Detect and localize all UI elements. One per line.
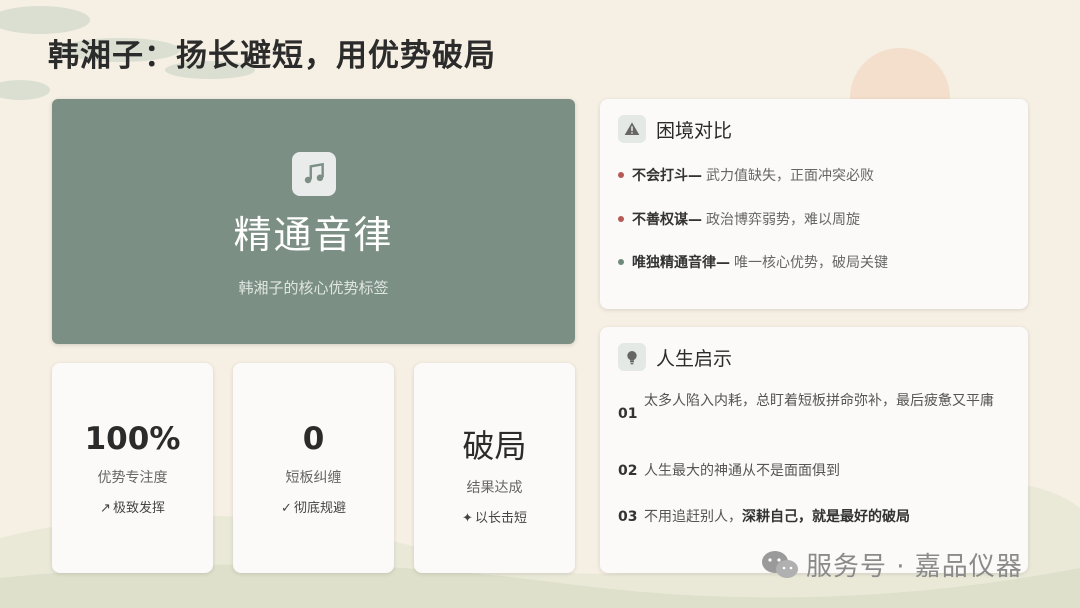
hero-title: 精通音律 [233, 213, 394, 257]
list-item: 不会打斗— 武力值缺失，正面冲突必败 [618, 165, 1028, 185]
stat-label: 短板纠缠 [285, 470, 342, 486]
insight-panel: 人生启示 01 太多人陷入内耗，总盯着短板拼命弥补，最后疲惫又平庸 02 人生最… [600, 327, 1028, 573]
stat-card-result: 破局 结果达成 ✦ 以长击短 [414, 363, 575, 573]
music-note-icon [291, 152, 336, 196]
stat-label: 结果达成 [466, 480, 523, 496]
stat-card-weakness: 0 短板纠缠 ✓ 彻底规避 [233, 363, 394, 573]
dilemma-title: 困境对比 [656, 119, 733, 142]
list-item: 不善权谋— 政治博弈弱势，难以周旋 [618, 209, 1028, 229]
stat-tag: ✓ 彻底规避 [281, 501, 346, 516]
lightbulb-icon [618, 343, 646, 371]
stat-value: 100% [84, 421, 181, 457]
hero-subtitle: 韩湘子的核心优势标签 [238, 279, 389, 297]
magic-wand-icon: ✦ [462, 511, 473, 526]
hero-card: 精通音律 韩湘子的核心优势标签 [52, 99, 575, 344]
wechat-icon [762, 550, 798, 578]
list-item: 03 不用追赶别人，深耕自己，就是最好的破局 [618, 509, 910, 525]
list-item: 唯独精通音律— 唯一核心优势，破局关键 [618, 252, 1028, 272]
watermark: 服务号 · 嘉品仪器 [760, 546, 1023, 583]
stat-value: 0 [302, 421, 325, 457]
list-item: 01 太多人陷入内耗，总盯着短板拼命弥补，最后疲惫又平庸 [618, 393, 994, 422]
stat-tag: ↗ 极致发挥 [100, 501, 165, 516]
stat-tag: ✦ 以长击短 [462, 511, 527, 526]
dilemma-panel: 困境对比 不会打斗— 武力值缺失，正面冲突必败 不善权谋— 政治博弈弱势，难以周… [600, 99, 1028, 309]
page-title: 韩湘子：扬长避短，用优势破局 [48, 38, 496, 74]
check-icon: ✓ [281, 501, 292, 516]
warning-icon [618, 115, 646, 143]
trend-up-icon: ↗ [100, 501, 111, 516]
bullet-dot [618, 259, 624, 265]
stat-label: 优势专注度 [97, 470, 168, 486]
list-item: 02 人生最大的神通从不是面面俱到 [618, 463, 840, 479]
bullet-dot [618, 172, 624, 178]
bullet-dot [618, 216, 624, 222]
insight-title: 人生启示 [656, 347, 733, 370]
stat-card-focus: 100% 优势专注度 ↗ 极致发挥 [52, 363, 213, 573]
stat-value: 破局 [462, 427, 527, 465]
